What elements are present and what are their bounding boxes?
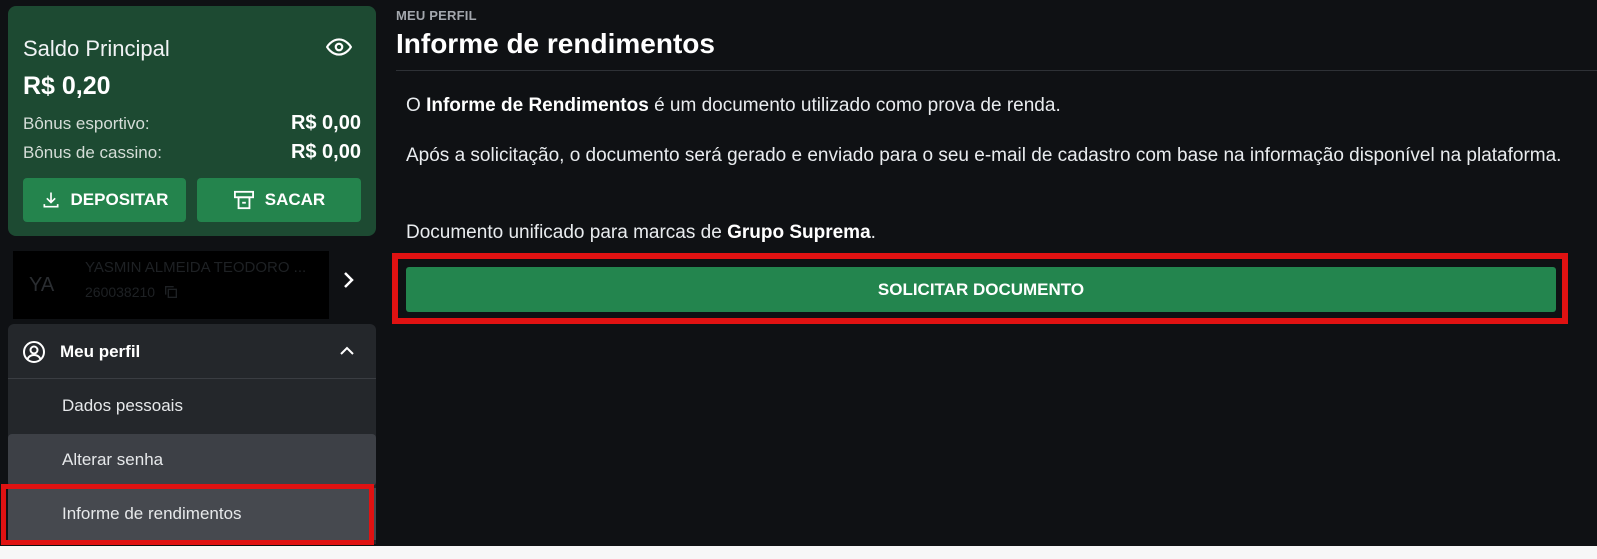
menu-item-label: Dados pessoais [62,396,183,415]
eye-icon[interactable] [325,34,354,62]
bonus-label: Bônus de cassino: [23,143,162,162]
menu-item-dados-pessoais[interactable]: Dados pessoais [8,380,376,432]
deposit-label: DEPOSITAR [70,190,169,209]
paragraph-process: Após a solicitação, o documento será ger… [406,145,1562,166]
bottom-edge [0,546,1597,559]
breadcrumb: MEU PERFIL [396,8,477,23]
copy-icon[interactable] [163,284,179,300]
paragraph-intro: O Informe de Rendimentos é um documento … [406,95,1061,116]
menu-item-label: Informe de rendimentos [62,504,242,523]
withdraw-button[interactable]: SACAR [197,178,361,222]
menu-item-informe-de-rendimentos[interactable]: Informe de rendimentos [8,488,376,540]
profile-menu: Meu perfil Dados pessoais Alterar senha … [8,324,376,544]
withdraw-label: SACAR [264,190,326,209]
chevron-up-icon [340,346,354,355]
menu-section-meu-perfil[interactable]: Meu perfil [8,324,376,379]
user-id: 260038210 [85,284,156,300]
balance-amount: R$ 0,20 [23,72,111,100]
chevron-right-icon[interactable] [336,268,360,292]
download-icon [43,192,59,208]
menu-section-label: Meu perfil [60,342,141,361]
paragraph-brands: Documento unificado para marcas de Grupo… [406,222,876,243]
user-name: YASMIN ALMEIDA TEODORO ... [85,259,307,276]
menu-item-label: Alterar senha [62,450,164,469]
bonus-row-sports: Bônus esportivo: R$ 0,00 [23,112,361,136]
deposit-button[interactable]: DEPOSITAR [23,178,186,222]
withdraw-icon [233,190,254,210]
balance-title: Saldo Principal [23,36,170,61]
bonus-row-casino: Bônus de cassino: R$ 0,00 [23,141,361,165]
avatar: YA [29,274,55,296]
page-title: Informe de rendimentos [396,28,715,59]
bonus-label: Bônus esportivo: [23,114,150,133]
user-circle-icon [23,341,45,363]
menu-item-alterar-senha[interactable]: Alterar senha [8,434,376,486]
sidebar: Saldo Principal R$ 0,20 Bônus esportivo:… [0,0,384,559]
bonus-value: R$ 0,00 [290,112,361,134]
request-document-button[interactable]: SOLICITAR DOCUMENTO [406,267,1556,312]
balance-card: Saldo Principal R$ 0,20 Bônus esportivo:… [8,6,376,236]
user-info-card[interactable]: YA YASMIN ALMEIDA TEODORO ... 260038210 [13,251,329,319]
title-divider [396,70,1597,71]
bonus-value: R$ 0,00 [290,141,361,163]
